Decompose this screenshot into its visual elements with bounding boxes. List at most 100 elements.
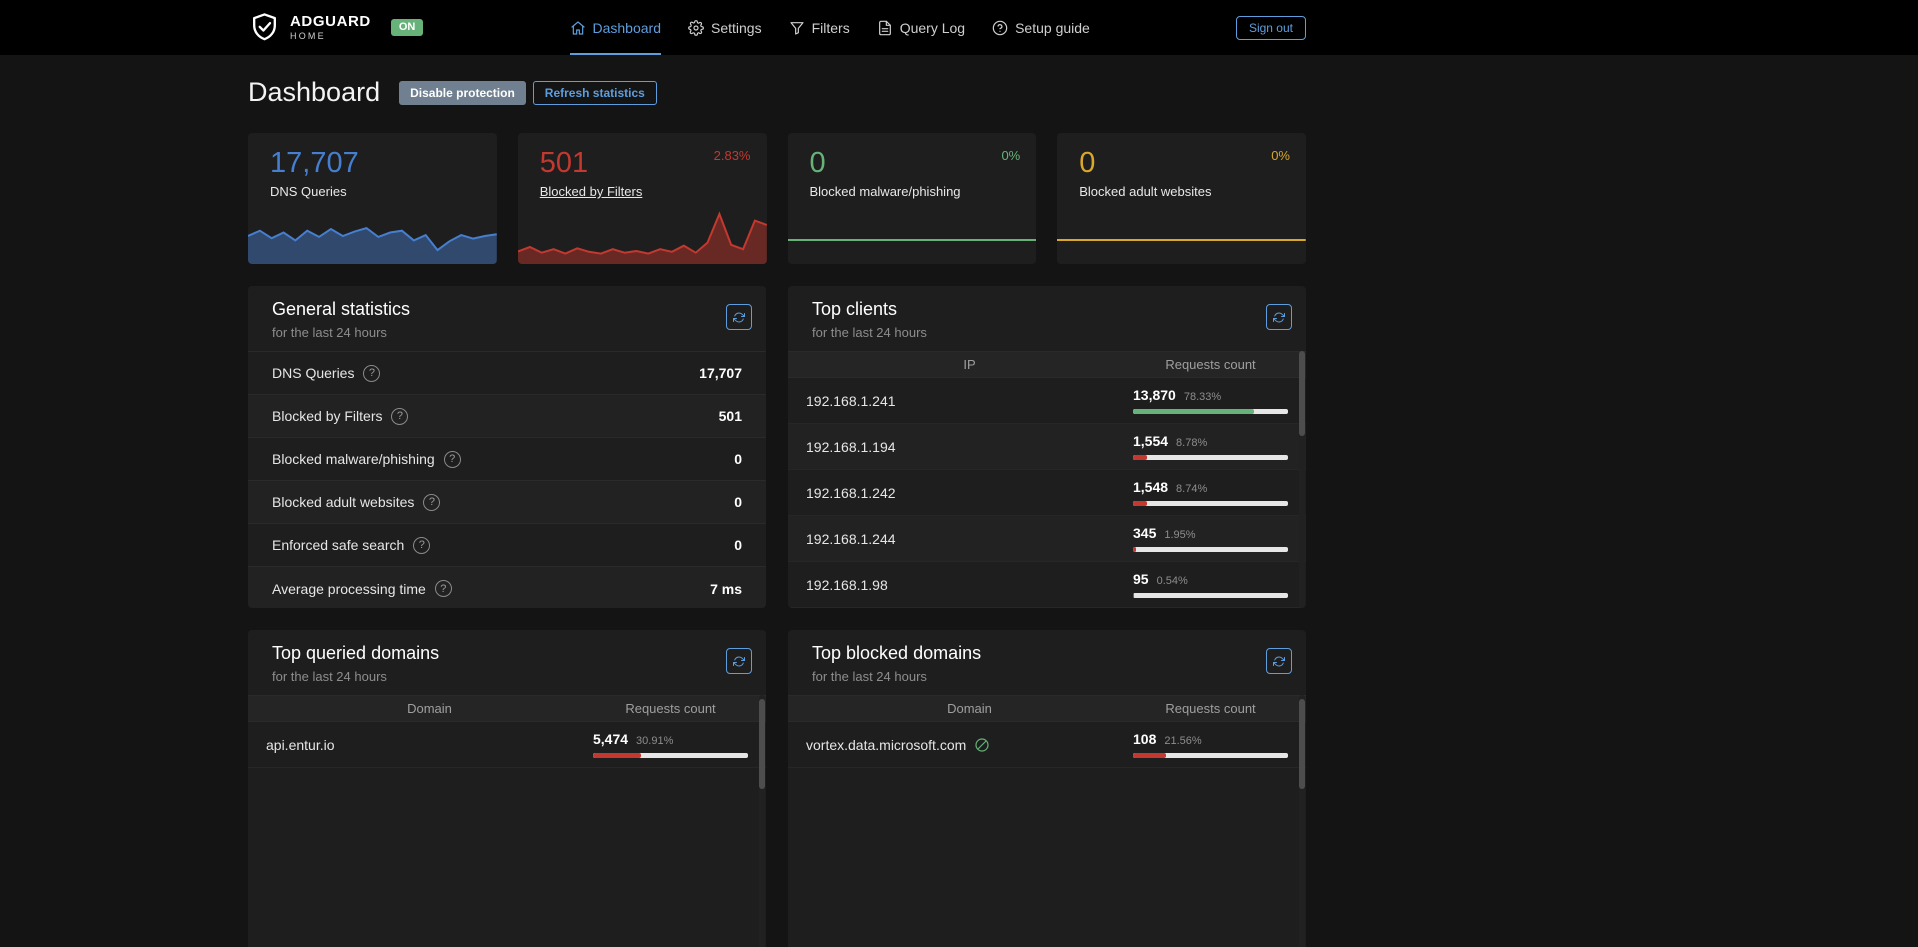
requests-bar [1133, 753, 1288, 758]
top-clients-panel: Top clients for the last 24 hours IP Req… [788, 286, 1306, 608]
top-queried-title: Top queried domains [272, 643, 750, 665]
requests-bar [1133, 409, 1288, 414]
column-header-requests: Requests count [1133, 357, 1288, 372]
help-icon[interactable]: ? [435, 580, 452, 597]
help-icon[interactable]: ? [391, 408, 408, 425]
table-row: 192.168.1.98 950.54% [788, 562, 1306, 608]
top-queried-refresh-button[interactable] [726, 648, 752, 674]
refresh-statistics-button[interactable]: Refresh statistics [533, 81, 657, 105]
requests-bar [1133, 547, 1288, 552]
table-row: DNS Queries? 17,707 [248, 352, 766, 395]
nav-menu: Dashboard Settings Filters Query Log Set… [423, 0, 1236, 55]
column-header-requests: Requests count [1133, 701, 1288, 716]
page-header: Dashboard Disable protection Refresh sta… [248, 75, 1306, 110]
requests-bar [1133, 455, 1288, 460]
column-header-domain: Domain [266, 701, 593, 716]
sign-out-button[interactable]: Sign out [1236, 16, 1306, 40]
help-icon[interactable]: ? [413, 537, 430, 554]
blocked-adult-label: Blocked adult websites [1079, 184, 1306, 199]
refresh-icon [733, 311, 745, 324]
client-ip[interactable]: 192.168.1.241 [806, 393, 1133, 409]
general-statistics-subtitle: for the last 24 hours [272, 325, 750, 340]
scrollbar-track[interactable] [1299, 351, 1305, 608]
top-blocked-table: vortex.data.microsoft.com 10821.56% [788, 722, 1306, 768]
table-header: Domain Requests count [788, 695, 1306, 722]
disable-protection-button[interactable]: Disable protection [399, 81, 526, 105]
refresh-icon [1273, 655, 1285, 668]
brand: ADGUARD HOME ON [248, 0, 423, 55]
dns-queries-label: DNS Queries [270, 184, 497, 199]
scrollbar-track[interactable] [759, 695, 765, 947]
client-ip[interactable]: 192.168.1.194 [806, 439, 1133, 455]
scrollbar-thumb[interactable] [1299, 351, 1305, 436]
nav-item-settings[interactable]: Settings [688, 0, 762, 55]
table-row: 192.168.1.241 13,87078.33% [788, 378, 1306, 424]
stat-cards-row: 17,707 DNS Queries 501 2.83% Blocked by … [248, 133, 1306, 264]
top-clients-subtitle: for the last 24 hours [812, 325, 1290, 340]
scrollbar-track[interactable] [1299, 695, 1305, 947]
table-header: IP Requests count [788, 351, 1306, 378]
client-ip[interactable]: 192.168.1.98 [806, 577, 1133, 593]
table-header: Domain Requests count [248, 695, 766, 722]
main-content: Dashboard Disable protection Refresh sta… [248, 75, 1306, 947]
general-statistics-title: General statistics [272, 299, 750, 321]
blocked-filters-sparkline [518, 200, 767, 264]
client-ip[interactable]: 192.168.1.244 [806, 531, 1133, 547]
table-row: Average processing time? 7 ms [248, 567, 766, 608]
blocked-malware-percent: 0% [1001, 148, 1020, 163]
blocked-malware-sparkline [788, 200, 1037, 264]
general-statistics-refresh-button[interactable] [726, 304, 752, 330]
help-icon[interactable]: ? [444, 451, 461, 468]
stat-card-dns-queries: 17,707 DNS Queries [248, 133, 497, 264]
nav-item-dashboard[interactable]: Dashboard [570, 0, 662, 55]
dashboard-icon [570, 20, 586, 36]
help-icon[interactable]: ? [423, 494, 440, 511]
filters-funnel-icon [789, 20, 805, 36]
blocked-filters-percent: 2.83% [714, 148, 751, 163]
nav-item-filters[interactable]: Filters [789, 0, 850, 55]
scrollbar-thumb[interactable] [1299, 699, 1305, 789]
stat-card-blocked-adult: 0 0% Blocked adult websites [1057, 133, 1306, 264]
requests-bar [1133, 593, 1288, 598]
nav-item-setup-guide[interactable]: Setup guide [992, 0, 1090, 55]
stat-card-blocked-malware: 0 0% Blocked malware/phishing [788, 133, 1037, 264]
table-row: 192.168.1.242 1,5488.74% [788, 470, 1306, 516]
top-blocked-subtitle: for the last 24 hours [812, 669, 1290, 684]
page-title: Dashboard [248, 75, 380, 110]
top-queried-table: api.entur.io 5,47430.91% [248, 722, 766, 768]
refresh-icon [733, 655, 745, 668]
column-header-ip: IP [806, 357, 1133, 372]
settings-gear-icon [688, 20, 704, 36]
blocked-domain[interactable]: vortex.data.microsoft.com [806, 737, 1133, 753]
help-icon[interactable]: ? [363, 365, 380, 382]
table-row: Enforced safe search? 0 [248, 524, 766, 567]
general-statistics-panel: General statistics for the last 24 hours… [248, 286, 766, 608]
queried-domain[interactable]: api.entur.io [266, 737, 593, 753]
navbar: ADGUARD HOME ON Dashboard Settings Filte… [0, 0, 1918, 55]
blocked-status-icon [974, 737, 990, 753]
general-statistics-table: DNS Queries? 17,707 Blocked by Filters? … [248, 351, 766, 608]
nav-item-query-log[interactable]: Query Log [877, 0, 965, 55]
scrollbar-thumb[interactable] [759, 699, 765, 789]
table-row: api.entur.io 5,47430.91% [248, 722, 766, 768]
table-row: vortex.data.microsoft.com 10821.56% [788, 722, 1306, 768]
table-row: 192.168.1.194 1,5548.78% [788, 424, 1306, 470]
top-blocked-refresh-button[interactable] [1266, 648, 1292, 674]
query-log-icon [877, 20, 893, 36]
blocked-adult-percent: 0% [1271, 148, 1290, 163]
table-row: 192.168.1.244 3451.95% [788, 516, 1306, 562]
column-header-domain: Domain [806, 701, 1133, 716]
protection-status-badge: ON [391, 19, 424, 36]
client-ip[interactable]: 192.168.1.242 [806, 485, 1133, 501]
top-clients-title: Top clients [812, 299, 1290, 321]
top-clients-refresh-button[interactable] [1266, 304, 1292, 330]
brand-subtitle: HOME [290, 32, 371, 41]
table-row: Blocked malware/phishing? 0 [248, 438, 766, 481]
refresh-icon [1273, 311, 1285, 324]
stat-card-blocked-by-filters: 501 2.83% Blocked by Filters [518, 133, 767, 264]
column-header-requests: Requests count [593, 701, 748, 716]
requests-bar [593, 753, 748, 758]
top-queried-domains-panel: Top queried domains for the last 24 hour… [248, 630, 766, 947]
dns-queries-sparkline [248, 200, 497, 264]
blocked-filters-link[interactable]: Blocked by Filters [540, 184, 767, 199]
